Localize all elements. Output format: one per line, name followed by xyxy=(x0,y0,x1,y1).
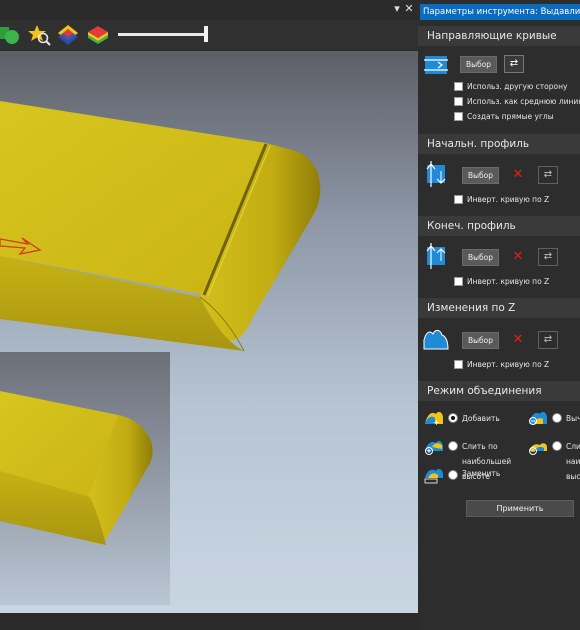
merge-max-height-icon xyxy=(424,437,444,459)
end-profile-swap-button[interactable]: ⇄ xyxy=(538,248,558,266)
merge-min-height-label-line2: наи xyxy=(566,457,580,466)
start-profile-invert-label: Инверт. кривую по Z xyxy=(467,195,550,204)
star-zoom-icon[interactable] xyxy=(28,23,52,47)
guide-curve-icon xyxy=(424,54,448,80)
use-other-side-label: Использ. другую сторону xyxy=(467,82,568,91)
apply-button[interactable]: Применить xyxy=(466,500,574,517)
app-window: { "panel": { "title": "Параметры инструм… xyxy=(0,0,580,630)
merge-min-height-icon xyxy=(528,437,548,459)
z-change-select-button[interactable]: Выбор xyxy=(462,332,499,349)
z-change-invert-checkbox[interactable] xyxy=(454,360,463,369)
end-profile-icon xyxy=(424,243,448,273)
merge-subtract-icon xyxy=(528,408,548,430)
z-change-invert-label: Инверт. кривую по Z xyxy=(467,360,550,369)
section-merge-mode[interactable]: Режим объединения xyxy=(418,381,580,401)
z-change-icon xyxy=(423,326,449,354)
tool-parameters-panel: Параметры инструмента: Выдавливание Напр… xyxy=(418,0,580,630)
use-as-midline-label: Использ. как среднюю линию xyxy=(467,97,580,106)
start-profile-delete-icon[interactable]: ✕ xyxy=(512,168,524,181)
start-profile-invert-checkbox[interactable] xyxy=(454,195,463,204)
slider-thumb[interactable] xyxy=(204,26,208,42)
svg-text:+: + xyxy=(433,418,440,426)
section-start-profile[interactable]: Начальн. профиль xyxy=(418,134,580,154)
end-profile-delete-icon[interactable]: ✕ xyxy=(512,250,524,263)
section-guide-curves[interactable]: Направляющие кривые xyxy=(418,26,580,46)
z-change-delete-icon[interactable]: ✕ xyxy=(512,333,524,346)
merge-subtract-radio[interactable] xyxy=(552,413,562,423)
section-end-profile[interactable]: Конеч. профиль xyxy=(418,216,580,236)
viewport-toolbar xyxy=(0,20,418,50)
start-profile-select-button[interactable]: Выбор xyxy=(462,167,499,184)
create-right-angles-checkbox[interactable] xyxy=(454,112,463,121)
merge-min-height-label: Сли xyxy=(566,442,580,451)
start-profile-icon xyxy=(424,161,448,191)
use-as-midline-checkbox[interactable] xyxy=(454,97,463,106)
shapes-icon[interactable] xyxy=(0,23,24,47)
model-render xyxy=(0,101,321,605)
merge-replace-label: Заменить xyxy=(462,469,501,478)
panel-title: Параметры инструмента: Выдавливание xyxy=(420,4,580,20)
status-bar xyxy=(0,613,418,630)
merge-subtract-label: Выч xyxy=(566,414,580,423)
merge-max-height-label: Слить по xyxy=(462,442,498,451)
end-profile-select-button[interactable]: Выбор xyxy=(462,249,499,266)
merge-add-icon: + xyxy=(424,408,444,430)
merge-replace-radio[interactable] xyxy=(448,470,458,480)
z-change-swap-button[interactable]: ⇄ xyxy=(538,331,558,349)
layers-icon[interactable] xyxy=(56,23,80,47)
end-profile-invert-label: Инверт. кривую по Z xyxy=(467,277,550,286)
guide-select-button[interactable]: Выбор xyxy=(460,56,497,73)
merge-replace-icon xyxy=(424,466,444,488)
merge-add-radio[interactable] xyxy=(448,413,458,423)
create-right-angles-label: Создать прямые углы xyxy=(467,112,554,121)
merge-min-height-label-line3: выс xyxy=(566,472,580,481)
slider-track[interactable] xyxy=(118,33,208,36)
section-z-changes[interactable]: Изменения по Z xyxy=(418,298,580,318)
start-profile-swap-button[interactable]: ⇄ xyxy=(538,166,558,184)
use-other-side-checkbox[interactable] xyxy=(454,82,463,91)
3d-viewport[interactable] xyxy=(0,51,418,613)
end-profile-invert-checkbox[interactable] xyxy=(454,277,463,286)
merge-max-height-radio[interactable] xyxy=(448,441,458,451)
merge-min-height-radio[interactable] xyxy=(552,441,562,451)
color-layers-icon[interactable] xyxy=(86,23,110,47)
guide-swap-button[interactable]: ⇄ xyxy=(504,55,524,73)
close-icon[interactable]: ✕ xyxy=(402,2,416,16)
merge-add-label: Добавить xyxy=(462,414,500,423)
